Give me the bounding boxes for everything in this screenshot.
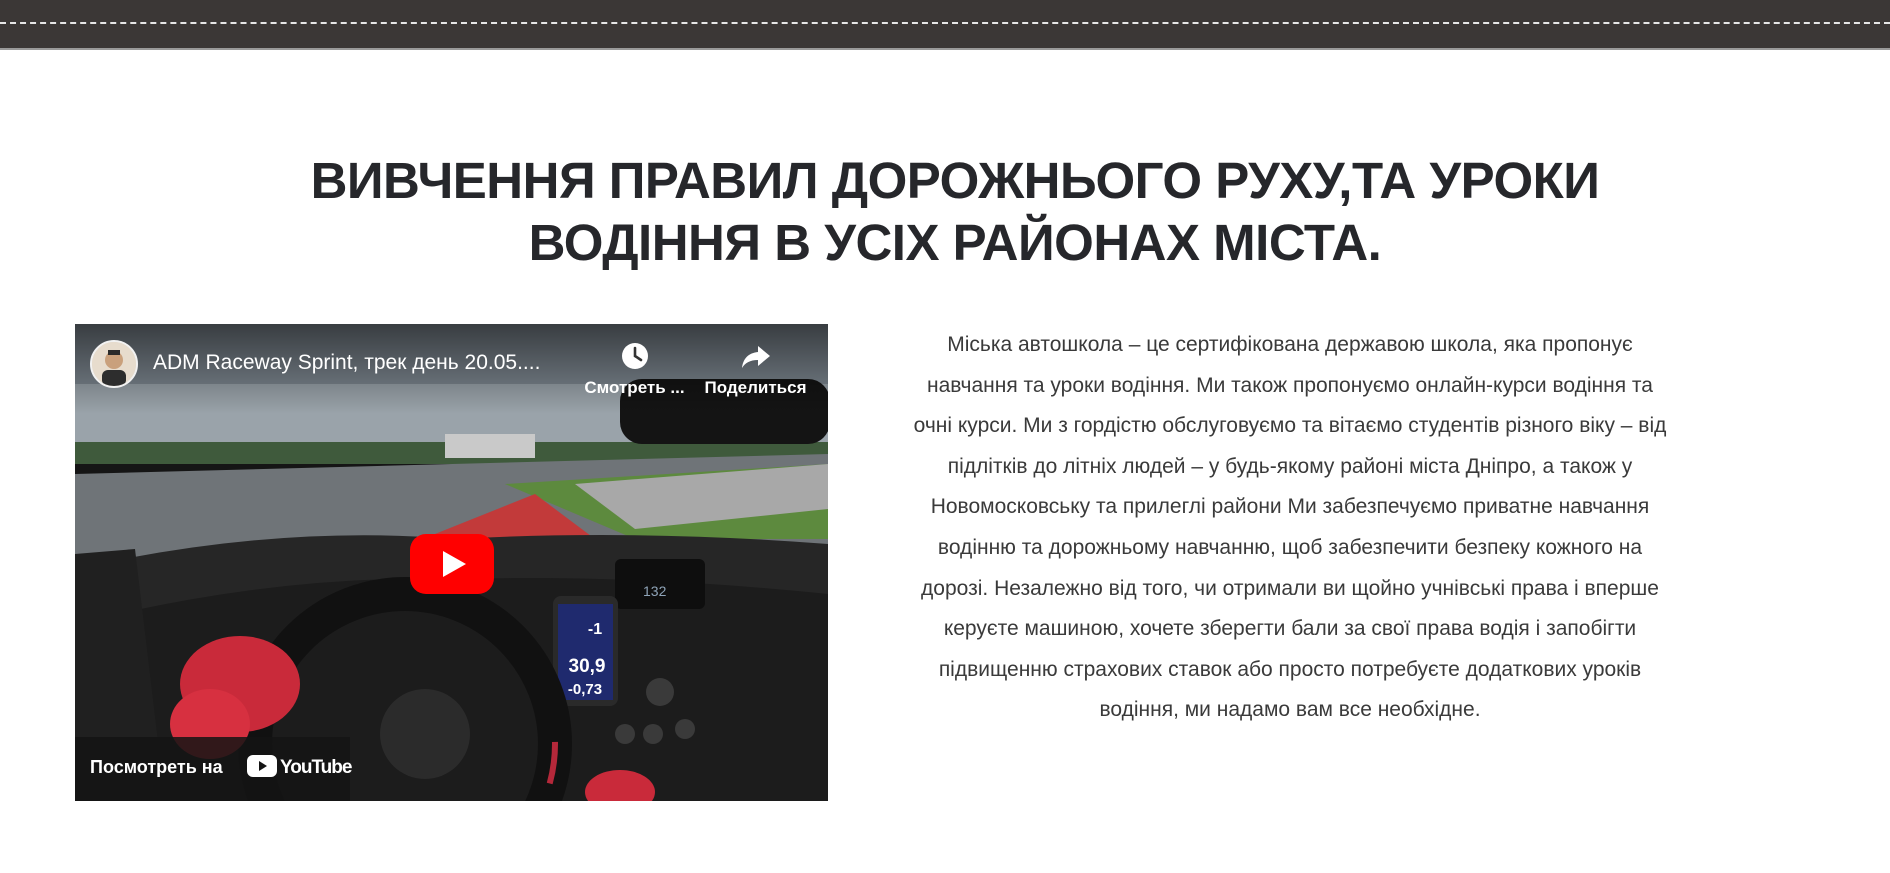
video-title-link[interactable]: ADM Raceway Sprint, трек день 20.05.... (153, 351, 573, 375)
page-title-line-2: ВОДІННЯ В УСІХ РАЙОНАХ МІСТА. (528, 214, 1382, 271)
description-line: дорозі. Незалежно від того, чи отримали … (921, 576, 1659, 600)
page-title: ВИВЧЕННЯ ПРАВИЛ ДОРОЖНЬОГО РУХУ,ТА УРОКИ… (150, 150, 1760, 274)
dash-readout-1: -1 (588, 621, 602, 638)
description-line: водінню та дорожньому навчанню, щоб забе… (937, 535, 1643, 559)
description-line: очні курси. Ми з гордістю обслуговуємо т… (913, 414, 1667, 438)
description-line: Новомосковську та прилеглі райони Ми заб… (930, 495, 1650, 519)
watch-on-youtube-button[interactable]: Посмотреть на YouTube (75, 737, 352, 801)
watch-on-label: Посмотреть на (90, 757, 223, 777)
top-header-bar (0, 0, 1890, 50)
school-description: Міська автошкола – це сертифікована держ… (885, 325, 1695, 731)
watch-later-button[interactable]: Смотреть ... (572, 338, 697, 398)
watch-later-label: Смотреть ... (584, 378, 685, 397)
header-stitch-divider (0, 22, 1890, 24)
description-line: Міська автошкола – це сертифікована держ… (947, 333, 1633, 356)
dash-readout-4: 132 (643, 583, 667, 599)
clock-icon (572, 338, 697, 374)
play-button[interactable] (410, 534, 494, 594)
youtube-video-embed[interactable]: 132 -1 30,9 -0,73 ADM Raceway Sprint, тр… (75, 324, 828, 801)
page-title-line-1: ВИВЧЕННЯ ПРАВИЛ ДОРОЖНЬОГО РУХУ,ТА УРОКИ (310, 152, 1600, 209)
play-icon (410, 534, 494, 594)
description-line: підвищенню страхових ставок або просто п… (938, 657, 1642, 681)
youtube-logo-text: YouTube (280, 757, 352, 778)
youtube-logo-icon (247, 755, 277, 782)
description-line: підлітків до літніх людей – у будь-якому… (947, 454, 1633, 478)
channel-avatar-icon[interactable] (90, 340, 138, 388)
share-arrow-icon (698, 338, 813, 374)
description-line: керуєте машиною, хочете зберегти бали за… (943, 617, 1637, 641)
dash-readout-2: 30,9 (569, 656, 606, 677)
description-line: водіння, ми надамо вам все необхідне. (1099, 698, 1481, 722)
share-button[interactable]: Поделиться (698, 338, 813, 398)
description-line: навчання та уроки водіння. Ми також проп… (927, 373, 1653, 397)
dash-readout-3: -0,73 (568, 681, 602, 698)
share-label: Поделиться (704, 378, 807, 397)
